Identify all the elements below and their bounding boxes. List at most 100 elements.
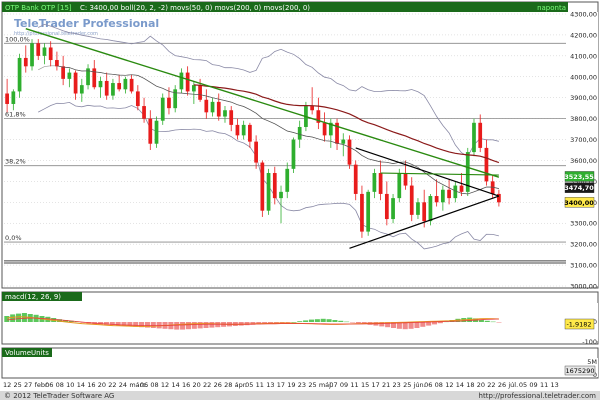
x-tick-label: 24 (119, 381, 127, 389)
volume-tick-label: 5M (587, 358, 597, 366)
x-tick-label: 10 (66, 381, 74, 389)
price-tick-label: 4300,00 (570, 11, 597, 19)
x-tick-label: 25 (403, 381, 411, 389)
candle-body (92, 68, 97, 88)
price-tag-label: 3523,55 (564, 173, 594, 181)
macd-histogram-bar (150, 322, 156, 328)
candle-body (347, 139, 352, 165)
chart-canvas[interactable]: OTP Bank OTP [15] C: 3400,00 boll(20, 2,… (0, 0, 600, 400)
macd-histogram-bar (338, 320, 344, 322)
x-tick-label: 17 (277, 381, 285, 389)
x-tick-label: 16 (182, 381, 190, 389)
candle-body (447, 189, 451, 199)
macd-histogram-bar (437, 322, 443, 324)
candle-body (353, 164, 358, 194)
macd-histogram-bar (349, 322, 356, 323)
price-tick-label: 3100,00 (570, 262, 597, 270)
x-tick-label: 11 (540, 381, 548, 389)
x-tick-label: 08 (56, 381, 64, 389)
candle-body (5, 93, 9, 104)
macd-histogram-bar (320, 318, 326, 322)
price-tick-label: 3000,00 (570, 283, 597, 291)
candle-body (279, 191, 283, 199)
fib-level-label: 38,2% (5, 158, 26, 166)
macd-histogram-bar (332, 320, 338, 322)
volume-title: VolumeUnits (5, 349, 49, 357)
macd-histogram-bar (203, 322, 209, 328)
candle-body (67, 72, 72, 79)
x-tick-label: júl. (507, 381, 518, 389)
candle-body (409, 185, 414, 215)
candle-body (422, 202, 427, 222)
x-tick-label: 05 (245, 381, 253, 389)
candle-body (384, 193, 389, 220)
macd-tick-label: -100 (582, 338, 597, 346)
x-tick-label: 08 (435, 381, 443, 389)
macd-histogram-bar (308, 319, 315, 322)
x-tick-label: 18 (466, 381, 474, 389)
x-tick-label: 16 (87, 381, 95, 389)
candle-body (55, 60, 59, 67)
price-tick-label: 3300,00 (570, 220, 597, 228)
x-tick-label: 22 (108, 381, 116, 389)
macd-histogram-bar (355, 322, 361, 324)
x-tick-label: 19 (287, 381, 295, 389)
indicator-list: C: 3400,00 boll(20, 2, -2) movs(50, 0) m… (80, 4, 310, 12)
x-tick-label: 14 (77, 381, 85, 389)
macd-histogram-bar (174, 322, 180, 330)
macd-histogram-bar (285, 322, 291, 323)
price-tick-label: 3600,00 (570, 157, 597, 165)
candle-body (142, 106, 146, 119)
x-tick-label: 12 (445, 381, 453, 389)
price-tick-label: 3900,00 (570, 94, 597, 102)
macd-histogram-bar (303, 320, 309, 322)
macd-panel-frame (1, 291, 599, 345)
candle-body (79, 85, 84, 94)
x-tick-label: 12 (161, 381, 169, 389)
macd-histogram-bar (209, 322, 215, 328)
candle-body (366, 191, 371, 232)
macd-value-label: -1,9182 (566, 321, 591, 329)
candle-body (310, 106, 315, 111)
candle-body (372, 173, 377, 192)
x-tick-label: 09 (529, 381, 537, 389)
candle-body (254, 141, 258, 163)
candle-body (260, 162, 265, 211)
candle-body (216, 101, 221, 117)
x-tick-label: 17 (371, 381, 379, 389)
candle-body (266, 173, 271, 211)
macd-histogram-bar (4, 316, 10, 322)
candle-body (123, 78, 128, 90)
price-tick-label: 4200,00 (570, 31, 597, 39)
x-tick-label: 08 (150, 381, 158, 389)
macd-histogram-bar (344, 321, 350, 323)
x-tick-label: 15 (361, 381, 369, 389)
candle-body (160, 97, 165, 121)
price-tag-label: 3400,00 (564, 199, 594, 207)
candle-body (17, 57, 22, 92)
x-tick-label: 21 (382, 381, 390, 389)
x-tick-label: 14 (456, 381, 464, 389)
macd-histogram-bar (10, 314, 16, 322)
candle-body (223, 110, 227, 117)
price-tag-label: 3474,70 (564, 184, 594, 192)
fib-level-label: 61,8% (5, 111, 26, 119)
x-tick-label: 22 (487, 381, 495, 389)
candle-body (272, 173, 277, 199)
candle-body (191, 85, 196, 92)
candle-body (111, 83, 115, 96)
candle-body (297, 126, 302, 140)
macd-histogram-bar (297, 321, 303, 322)
x-tick-label: 20 (477, 381, 485, 389)
candle-body (48, 47, 53, 61)
candle-body (241, 124, 246, 136)
macd-histogram-bar (185, 322, 191, 330)
candle-body (428, 196, 433, 222)
volume-value-label: 1675290 (566, 367, 595, 375)
candle-body (341, 139, 346, 144)
candle-body (73, 72, 78, 94)
candle-body (322, 122, 327, 136)
macd-title: macd(12, 26, 9) (5, 293, 61, 301)
candle-body (135, 91, 140, 107)
x-tick-label: 28 (224, 381, 232, 389)
